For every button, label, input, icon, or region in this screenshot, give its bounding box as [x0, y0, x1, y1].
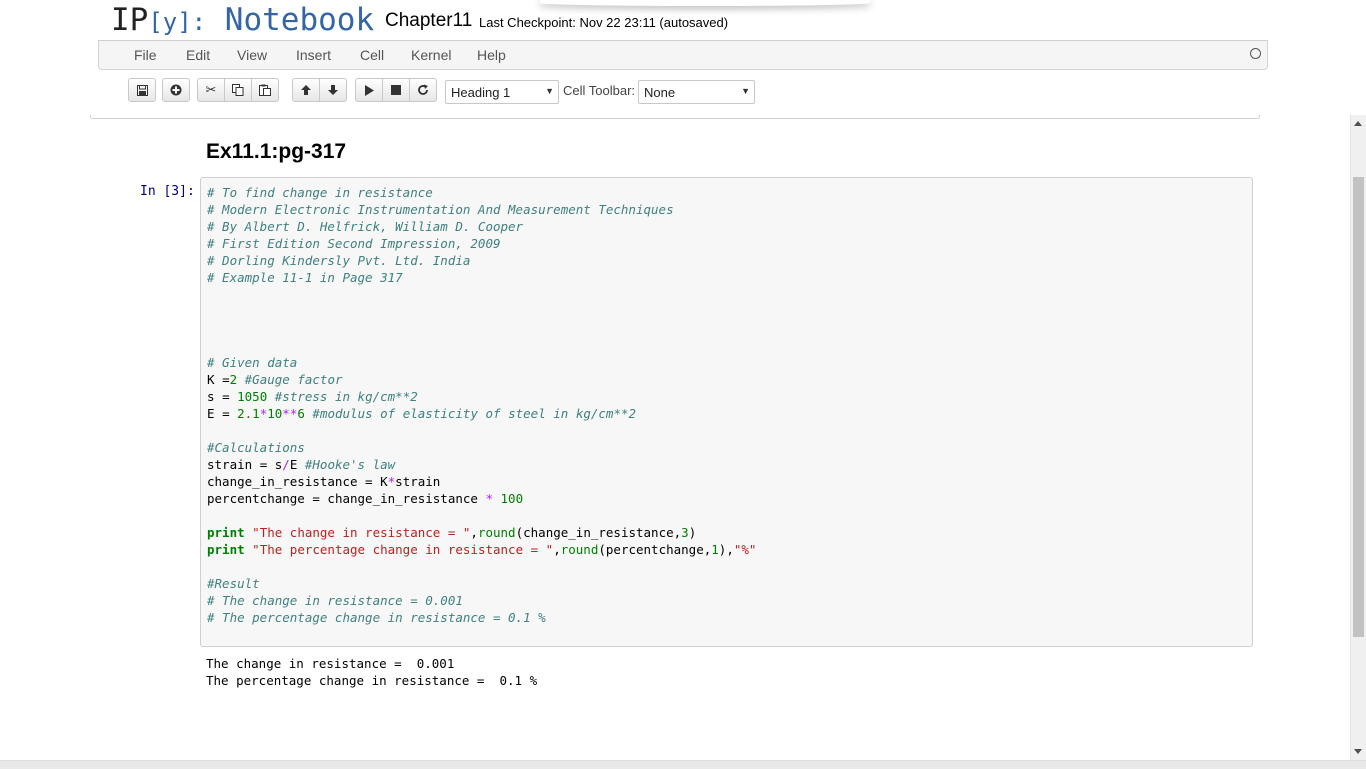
save-button[interactable] [128, 78, 156, 102]
code-line: # The change in resistance = 0.001 [207, 593, 463, 608]
menu-insert[interactable]: Insert [296, 47, 331, 63]
menu-help[interactable]: Help [477, 47, 506, 63]
cell-toolbar-value: None [644, 85, 676, 100]
ipython-logo[interactable]: IP[y]: Notebook [111, 2, 374, 38]
cell-type-value: Heading 1 [451, 85, 511, 100]
menubar: File Edit View Insert Cell Kernel Help [98, 40, 1268, 70]
cut-icon: ✂ [205, 82, 217, 97]
code-line: #Result [207, 576, 260, 591]
toolbar-group-run [355, 78, 437, 104]
input-prompt: In [3]: [140, 184, 195, 199]
code-line: # Modern Electronic Instrumentation And … [207, 202, 674, 217]
insert-cell-icon [170, 84, 182, 96]
scroll-down-arrow-icon[interactable] [1354, 749, 1362, 754]
stop-icon [391, 85, 401, 95]
notebook-name[interactable]: Chapter11 [385, 10, 472, 32]
interrupt-button[interactable] [382, 78, 410, 102]
cell-toolbar-select[interactable]: None ▼ [638, 80, 755, 104]
notebook-area[interactable]: Ex11.1:pg-317 In [3]: # To find change i… [0, 115, 1350, 760]
code-line: E = 2.1*10**6 #modulus of elasticity of … [207, 406, 637, 421]
code-line: # First Edition Second Impression, 2009 [207, 236, 501, 251]
code-line: change_in_resistance = K*strain [207, 474, 441, 489]
scroll-up-arrow-icon[interactable] [1354, 121, 1362, 126]
restart-icon [418, 84, 428, 95]
toolbar-group-save [128, 78, 156, 104]
code-line: # Dorling Kindersly Pvt. Ltd. India [207, 253, 471, 268]
paste-button[interactable] [251, 78, 279, 102]
restart-button[interactable] [409, 78, 437, 102]
code-line: #Calculations [207, 440, 305, 455]
code-line: # Given data [207, 355, 298, 370]
logo-ip: IP [111, 2, 149, 38]
run-button[interactable] [355, 78, 383, 102]
toolbar-group-move [292, 78, 347, 104]
move-up-button[interactable] [292, 78, 320, 102]
dropdown-arrow-icon: ▼ [545, 86, 554, 96]
toolbar-group-clipboard: ✂ [197, 78, 279, 104]
arrow-down-icon [328, 85, 338, 95]
play-icon [365, 84, 374, 96]
cell-toolbar-label: Cell Toolbar: [563, 83, 636, 98]
code-line: print "The change in resistance = ",roun… [207, 525, 697, 540]
code-cell-input[interactable]: # To find change in resistance # Modern … [200, 177, 1253, 647]
header-shadow [540, 0, 870, 6]
output-line: The percentage change in resistance = 0.… [206, 673, 538, 688]
toolbar-group-insert [162, 78, 190, 104]
logo-y: [y]: [148, 8, 207, 36]
header: IP[y]: Notebook Chapter11 Last Checkpoin… [0, 0, 1366, 40]
code-line: # To find change in resistance [207, 185, 433, 200]
cell-output: The change in resistance = 0.001 The per… [206, 655, 537, 689]
paste-icon [259, 84, 271, 96]
code-line: s = 1050 #stress in kg/cm**2 [207, 389, 418, 404]
previous-cell-border [90, 115, 1260, 119]
kernel-idle-icon [1250, 48, 1261, 59]
output-line: The change in resistance = 0.001 [206, 656, 455, 671]
arrow-up-icon [301, 85, 311, 95]
checkpoint-status: Last Checkpoint: Nov 22 23:11 (autosaved… [479, 15, 729, 30]
cut-button[interactable]: ✂ [197, 78, 225, 102]
save-icon [136, 84, 148, 96]
move-down-button[interactable] [319, 78, 347, 102]
menu-cell[interactable]: Cell [360, 47, 384, 63]
cell-type-select[interactable]: Heading 1 ▼ [445, 80, 559, 104]
toolbar: ✂ Heading 1 ▼ None ▼ [0, 70, 1366, 114]
scrollbar-thumb[interactable] [1353, 177, 1364, 637]
copy-button[interactable] [224, 78, 252, 102]
code-line: percentchange = change_in_resistance * 1… [207, 491, 524, 506]
code-line: # By Albert D. Helfrick, William D. Coop… [207, 219, 524, 234]
menu-kernel[interactable]: Kernel [411, 47, 451, 63]
menu-file[interactable]: File [134, 47, 157, 63]
menu-view[interactable]: View [237, 47, 267, 63]
insert-cell-button[interactable] [162, 78, 190, 102]
code-line: strain = s/E #Hooke's law [207, 457, 396, 472]
copy-icon [232, 84, 244, 96]
code-line: # Example 11-1 in Page 317 [207, 270, 403, 285]
menu-edit[interactable]: Edit [186, 47, 210, 63]
vertical-scrollbar[interactable] [1350, 115, 1366, 760]
code-line: print "The percentage change in resistan… [207, 542, 757, 557]
heading-cell[interactable]: Ex11.1:pg-317 [206, 140, 346, 164]
code-line: K =2 #Gauge factor [207, 372, 343, 387]
code-line: # The percentage change in resistance = … [207, 610, 546, 625]
logo-notebook: Notebook [224, 2, 375, 38]
dropdown-arrow-icon: ▼ [741, 86, 750, 96]
